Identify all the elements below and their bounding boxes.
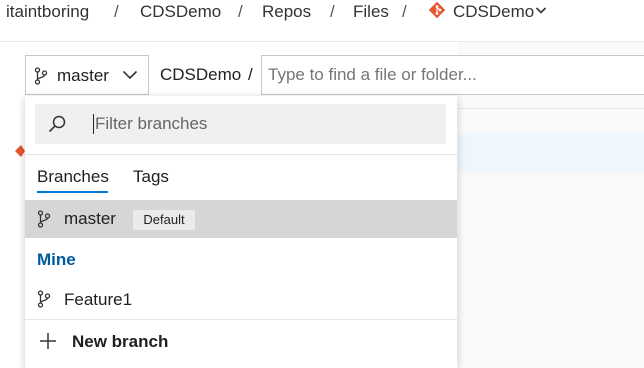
path-repo-name[interactable]: CDSDemo — [160, 65, 241, 85]
new-branch-label: New branch — [72, 332, 169, 351]
current-branch-label: master — [57, 66, 109, 85]
file-list-divider — [458, 108, 644, 109]
filter-branches-box — [35, 104, 446, 144]
branch-item-feature1[interactable]: Feature1 — [25, 284, 457, 318]
file-list-row[interactable] — [458, 133, 644, 173]
file-search-input[interactable] — [261, 55, 644, 95]
dropdown-divider — [25, 154, 457, 155]
breadcrumb-separator: / — [238, 2, 243, 21]
branch-name: Feature1 — [64, 290, 133, 309]
chevron-down-icon — [122, 70, 138, 80]
git-marker-icon — [15, 145, 25, 157]
branch-icon — [37, 210, 51, 228]
breadcrumb-separator: / — [330, 2, 335, 21]
breadcrumb-item-files[interactable]: Files — [353, 2, 389, 22]
branch-selector-button[interactable]: master — [25, 55, 149, 95]
git-repo-icon — [428, 1, 446, 19]
new-branch-button[interactable]: New branch — [25, 328, 457, 364]
branch-item-master[interactable]: master Default — [25, 200, 457, 238]
section-header-mine: Mine — [37, 250, 76, 269]
text-cursor — [93, 114, 94, 134]
branch-name: master — [64, 209, 116, 228]
dropdown-divider — [25, 319, 457, 320]
filter-branches-input[interactable] — [95, 104, 435, 144]
default-badge: Default — [133, 210, 195, 230]
breadcrumb-item-project[interactable]: CDSDemo — [140, 2, 221, 22]
tab-tags[interactable]: Tags — [133, 167, 169, 187]
branch-icon — [37, 290, 51, 308]
breadcrumb: itaintboring / CDSDemo / Repos / Files /… — [0, 0, 644, 28]
chevron-down-icon[interactable] — [535, 5, 547, 15]
breadcrumb-separator: / — [114, 2, 119, 21]
path-separator: / — [248, 65, 253, 84]
breadcrumb-item-repo[interactable]: CDSDemo — [453, 2, 534, 22]
search-icon — [48, 115, 66, 133]
breadcrumb-separator: / — [402, 2, 407, 21]
branch-dropdown: Branches Tags master Default Mine Featur… — [25, 96, 457, 368]
branch-icon — [34, 67, 48, 85]
tab-branches[interactable]: Branches — [37, 167, 109, 187]
plus-icon — [40, 333, 56, 349]
active-tab-indicator — [37, 191, 108, 193]
breadcrumb-item-repos[interactable]: Repos — [262, 2, 311, 22]
breadcrumb-item-organization[interactable]: itaintboring — [6, 2, 89, 22]
